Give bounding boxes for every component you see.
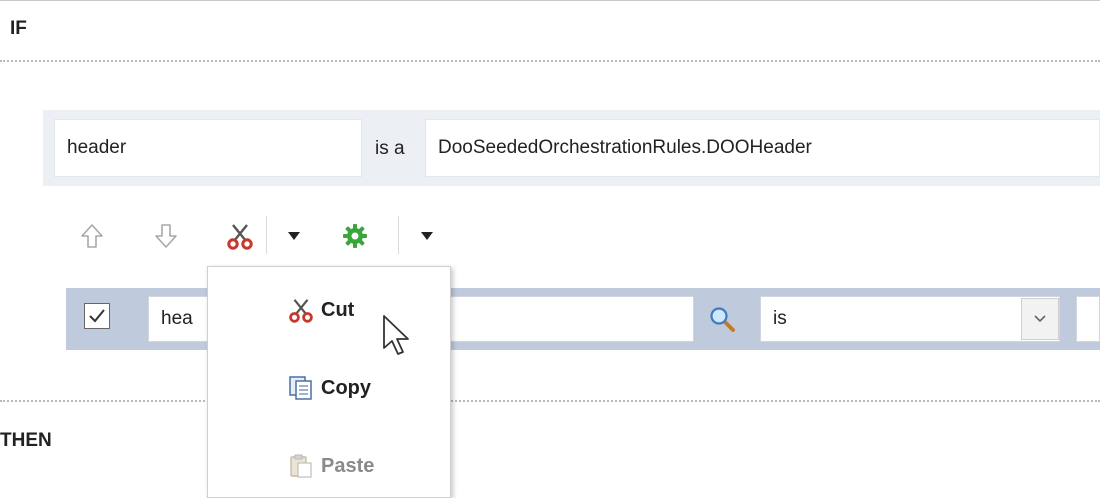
then-section-label: THEN — [0, 430, 52, 451]
is-a-label: is a — [375, 138, 405, 159]
top-border — [0, 0, 1100, 11]
toolbar-separator — [266, 216, 267, 254]
paste-icon — [288, 453, 314, 479]
search-icon[interactable] — [708, 305, 736, 333]
then-dotted-divider — [0, 400, 1100, 402]
scissors-icon[interactable] — [225, 221, 255, 251]
menu-item-label: Paste — [321, 454, 375, 477]
menu-item-copy[interactable]: Copy — [208, 365, 448, 411]
menu-item-label: Copy — [321, 376, 371, 399]
operator-select[interactable]: is — [760, 296, 1060, 342]
arrow-down-icon[interactable] — [152, 222, 180, 250]
arrow-up-icon[interactable] — [78, 222, 106, 250]
cut-dropdown-caret[interactable] — [288, 232, 300, 240]
copy-icon — [288, 375, 314, 401]
if-section-label: IF — [10, 18, 27, 39]
toolbar-separator — [398, 216, 399, 254]
mouse-pointer-icon — [382, 314, 414, 358]
condition-value-input[interactable] — [1076, 296, 1100, 342]
scissors-icon — [288, 297, 314, 323]
condition-checkbox[interactable] — [84, 303, 110, 329]
if-dotted-divider — [0, 60, 1100, 62]
fact-variable-field[interactable]: header — [54, 119, 362, 177]
gear-dropdown-caret[interactable] — [421, 232, 433, 240]
cut-context-menu: Cut Copy Paste — [207, 266, 451, 498]
menu-item-label: Cut — [321, 298, 355, 321]
gear-icon[interactable] — [340, 221, 370, 251]
menu-item-paste[interactable]: Paste — [208, 443, 448, 489]
fact-type-field[interactable]: DooSeededOrchestrationRules.DOOHeader — [425, 119, 1100, 177]
chevron-down-icon[interactable] — [1021, 298, 1059, 340]
